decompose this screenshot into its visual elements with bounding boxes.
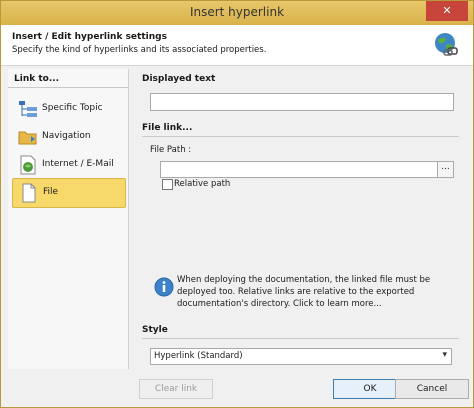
relative-path-checkbox[interactable]	[162, 179, 173, 190]
file-path-input[interactable]	[160, 161, 438, 178]
style-title: Style	[142, 325, 168, 335]
sidebar-item-label: Specific Topic	[42, 103, 103, 113]
link-settings-panel: Displayed text File link... File Path : …	[132, 69, 469, 369]
sidebar-divider	[8, 87, 128, 88]
file-path-label: File Path :	[150, 145, 192, 155]
sidebar-item-label: Internet / E-Mail	[42, 159, 114, 169]
sidebar-item-specific-topic[interactable]: Specific Topic	[12, 95, 124, 123]
sidebar-item-internet-email[interactable]: Internet / E-Mail	[12, 151, 124, 179]
browse-button[interactable]: ...	[437, 161, 454, 178]
relative-path-label: Relative path	[174, 179, 231, 189]
sidebar-item-navigation[interactable]: Navigation	[12, 123, 124, 151]
displayed-text-title: Displayed text	[142, 74, 216, 84]
title-bar[interactable]: Insert hyperlink ✕	[1, 1, 473, 25]
info-icon[interactable]	[154, 277, 174, 297]
file-icon	[22, 183, 36, 203]
cancel-button[interactable]: Cancel	[395, 379, 469, 399]
internet-email-icon	[20, 155, 36, 175]
deployment-info-text[interactable]: When deploying the documentation, the li…	[177, 274, 457, 310]
globe-link-icon	[435, 33, 458, 56]
displayed-text-input[interactable]	[150, 93, 454, 111]
dialog-header: Insert / Edit hyperlink settings Specify…	[1, 25, 473, 66]
sidebar-item-file[interactable]: File	[12, 178, 126, 208]
topic-tree-icon	[19, 101, 37, 117]
style-select[interactable]: Hyperlink (Standard) ▾	[150, 348, 452, 365]
sidebar-item-label: Navigation	[42, 131, 91, 141]
link-type-sidebar: Link to... Specific Topic Navigation Int…	[8, 69, 129, 369]
window-title: Insert hyperlink	[189, 5, 285, 19]
style-select-value: Hyperlink (Standard)	[154, 351, 243, 361]
header-subtitle: Specify the kind of hyperlinks and its a…	[12, 45, 267, 55]
dialog-footer: Clear link OK Cancel	[1, 371, 473, 407]
insert-hyperlink-dialog: Insert hyperlink ✕ Insert / Edit hyperli…	[0, 0, 474, 408]
file-link-title: File link...	[142, 123, 193, 133]
sidebar-item-label: File	[43, 187, 59, 197]
close-button[interactable]: ✕	[426, 1, 468, 21]
chevron-down-icon: ▾	[442, 350, 447, 360]
sidebar-heading: Link to...	[14, 74, 60, 84]
navigation-folder-icon	[18, 131, 37, 145]
style-divider	[142, 338, 459, 339]
file-link-divider	[142, 136, 459, 137]
clear-link-button[interactable]: Clear link	[139, 379, 213, 399]
header-title: Insert / Edit hyperlink settings	[12, 32, 167, 42]
